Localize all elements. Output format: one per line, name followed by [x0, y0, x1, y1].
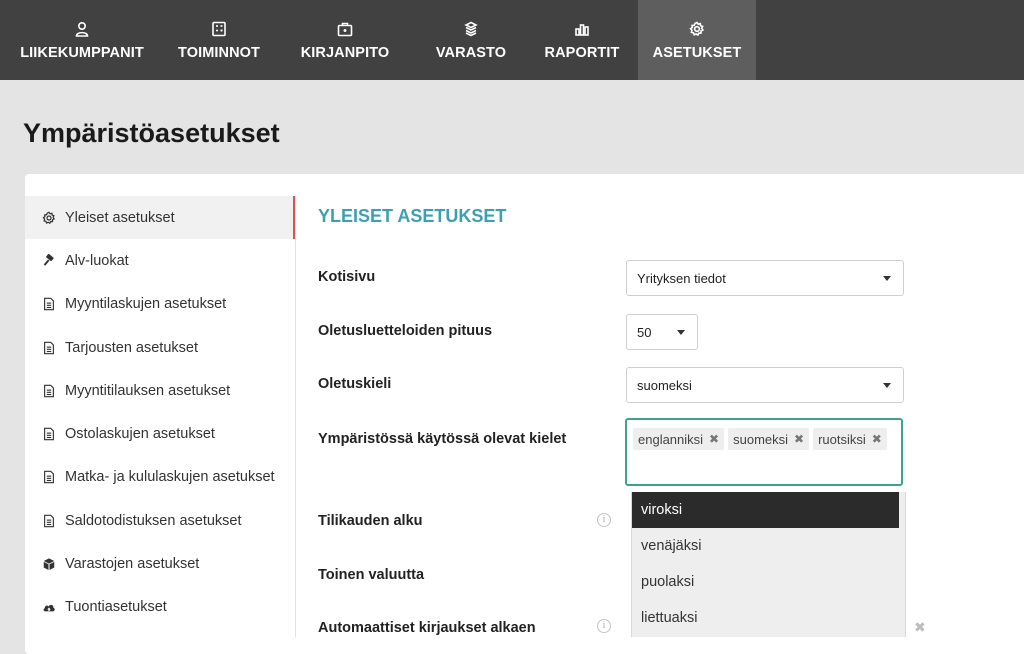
nav-label: KIRJANPITO: [300, 45, 390, 61]
sidebar-item-label: Tarjousten asetukset: [65, 339, 198, 356]
sidebar-item-label: Varastojen asetukset: [65, 556, 200, 573]
dropdown-option[interactable]: liettuaksi: [632, 600, 905, 636]
languages-multiselect[interactable]: englanniksi ✖ suomeksi ✖ ruotsiksi ✖: [625, 418, 903, 486]
sidebar-item-varastot[interactable]: Varastojen asetukset: [25, 542, 295, 585]
gear-icon: [42, 211, 56, 225]
remove-tag-icon[interactable]: ✖: [872, 432, 882, 446]
boxes-icon: [463, 19, 479, 39]
clear-icon[interactable]: ✖: [914, 619, 926, 636]
chevron-down-icon: [883, 383, 891, 388]
language-tag: englanniksi ✖: [633, 428, 725, 450]
nav-label: TOIMINNOT: [178, 45, 260, 61]
person-icon: [74, 19, 90, 39]
document-icon: [42, 341, 56, 355]
sidebar-item-label: Yleiset asetukset: [65, 209, 175, 226]
document-icon: [42, 384, 56, 398]
sidebar-item-label: Myyntitilauksen asetukset: [65, 382, 231, 399]
language-dropdown: viroksi venäjäksi puolaksi liettuaksi: [631, 492, 906, 637]
sidebar-item-tarjoukset[interactable]: Tarjousten asetukset: [25, 326, 295, 369]
tag-label: suomeksi: [733, 431, 789, 447]
document-icon: [42, 514, 56, 528]
sidebar-item-myyntilaskut[interactable]: Myyntilaskujen asetukset: [25, 283, 295, 326]
section-title: YLEISET ASETUKSET: [318, 206, 507, 226]
sidebar-item-label: Saldotodistuksen asetukset: [65, 512, 242, 529]
cloud-upload-icon: [42, 600, 56, 614]
kotisivu-label: Kotisivu: [318, 269, 376, 285]
document-icon: [42, 297, 56, 311]
sidebar-item-yleiset[interactable]: Yleiset asetukset: [25, 196, 295, 240]
tag-label: englanniksi: [638, 431, 704, 447]
nav-toiminnot[interactable]: TOIMINNOT: [164, 0, 274, 80]
nav-label: RAPORTIT: [544, 45, 620, 61]
briefcase-icon: [337, 19, 353, 39]
default-language-label: Oletuskieli: [318, 376, 392, 392]
languages-label: Ympäristössä käytössä olevat kielet: [318, 431, 567, 447]
nav-raportit[interactable]: RAPORTIT: [526, 0, 638, 80]
sidebar-item-matkalaskut[interactable]: Matka- ja kululaskujen asetukset: [25, 456, 295, 499]
list-length-label: Oletusluetteloiden pituus: [318, 323, 493, 339]
sidebar-item-label: Ostolaskujen asetukset: [65, 426, 215, 443]
dropdown-option[interactable]: puolaksi: [632, 564, 905, 600]
document-icon: [42, 470, 56, 484]
gavel-icon: [42, 253, 56, 268]
bar-chart-icon: [574, 19, 590, 39]
list-length-select[interactable]: 50: [626, 314, 698, 350]
nav-label: LIIKEKUMPPANIT: [20, 45, 144, 61]
sidebar-item-ostolaskut[interactable]: Ostolaskujen asetukset: [25, 412, 295, 455]
nav-varasto[interactable]: VARASTO: [416, 0, 526, 80]
document-icon: [42, 427, 56, 441]
nav-kirjanpito[interactable]: KIRJANPITO: [274, 0, 416, 80]
settings-sidebar: Yleiset asetukset Alv-luokat Myyntilasku…: [25, 196, 296, 637]
sidebar-item-alv-luokat[interactable]: Alv-luokat: [25, 239, 295, 282]
dropdown-option[interactable]: venäjäksi: [632, 528, 905, 564]
nav-label: VARASTO: [435, 45, 507, 61]
sidebar-item-label: Myyntilaskujen asetukset: [65, 296, 227, 313]
sidebar-item-myyntitilaukset[interactable]: Myyntitilauksen asetukset: [25, 369, 295, 412]
sidebar-item-label: Tuontiasetukset: [65, 599, 167, 616]
calculator-icon: [211, 19, 227, 39]
sidebar-item-saldotodistus[interactable]: Saldotodistuksen asetukset: [25, 499, 295, 542]
remove-tag-icon[interactable]: ✖: [794, 432, 804, 446]
kotisivu-select[interactable]: Yrityksen tiedot: [626, 260, 904, 296]
default-language-select[interactable]: suomeksi: [626, 367, 904, 403]
info-icon[interactable]: i: [597, 513, 611, 527]
kotisivu-value: Yrityksen tiedot: [637, 270, 726, 286]
second-currency-label: Toinen valuutta: [318, 567, 425, 583]
tag-label: ruotsiksi: [818, 431, 866, 447]
remove-tag-icon[interactable]: ✖: [709, 432, 719, 446]
chevron-down-icon: [883, 276, 891, 281]
top-navigation: LIIKEKUMPPANIT TOIMINNOT KIRJANPITO VARA…: [0, 0, 1024, 80]
dropdown-option[interactable]: viroksi: [632, 492, 899, 528]
sidebar-item-tuonti[interactable]: Tuontiasetukset: [25, 586, 295, 629]
auto-entries-label: Automaattiset kirjaukset alkaen: [318, 620, 536, 636]
list-length-value: 50: [637, 324, 652, 340]
gear-icon: [689, 19, 705, 39]
cube-icon: [42, 557, 56, 571]
nav-asetukset[interactable]: ASETUKSET: [638, 0, 756, 80]
language-tag: suomeksi ✖: [728, 428, 810, 450]
nav-label: ASETUKSET: [652, 45, 742, 61]
chevron-down-icon: [677, 330, 685, 335]
page-title: Ympäristöasetukset: [23, 118, 280, 148]
sidebar-item-label: Matka- ja kululaskujen asetukset: [65, 469, 275, 486]
sidebar-item-label: Alv-luokat: [65, 252, 129, 269]
info-icon[interactable]: i: [597, 619, 611, 633]
nav-liikekumppanit[interactable]: LIIKEKUMPPANIT: [0, 0, 164, 80]
language-tag: ruotsiksi ✖: [813, 428, 887, 450]
default-language-value: suomeksi: [637, 377, 692, 393]
fiscal-start-label: Tilikauden alku: [318, 513, 423, 529]
